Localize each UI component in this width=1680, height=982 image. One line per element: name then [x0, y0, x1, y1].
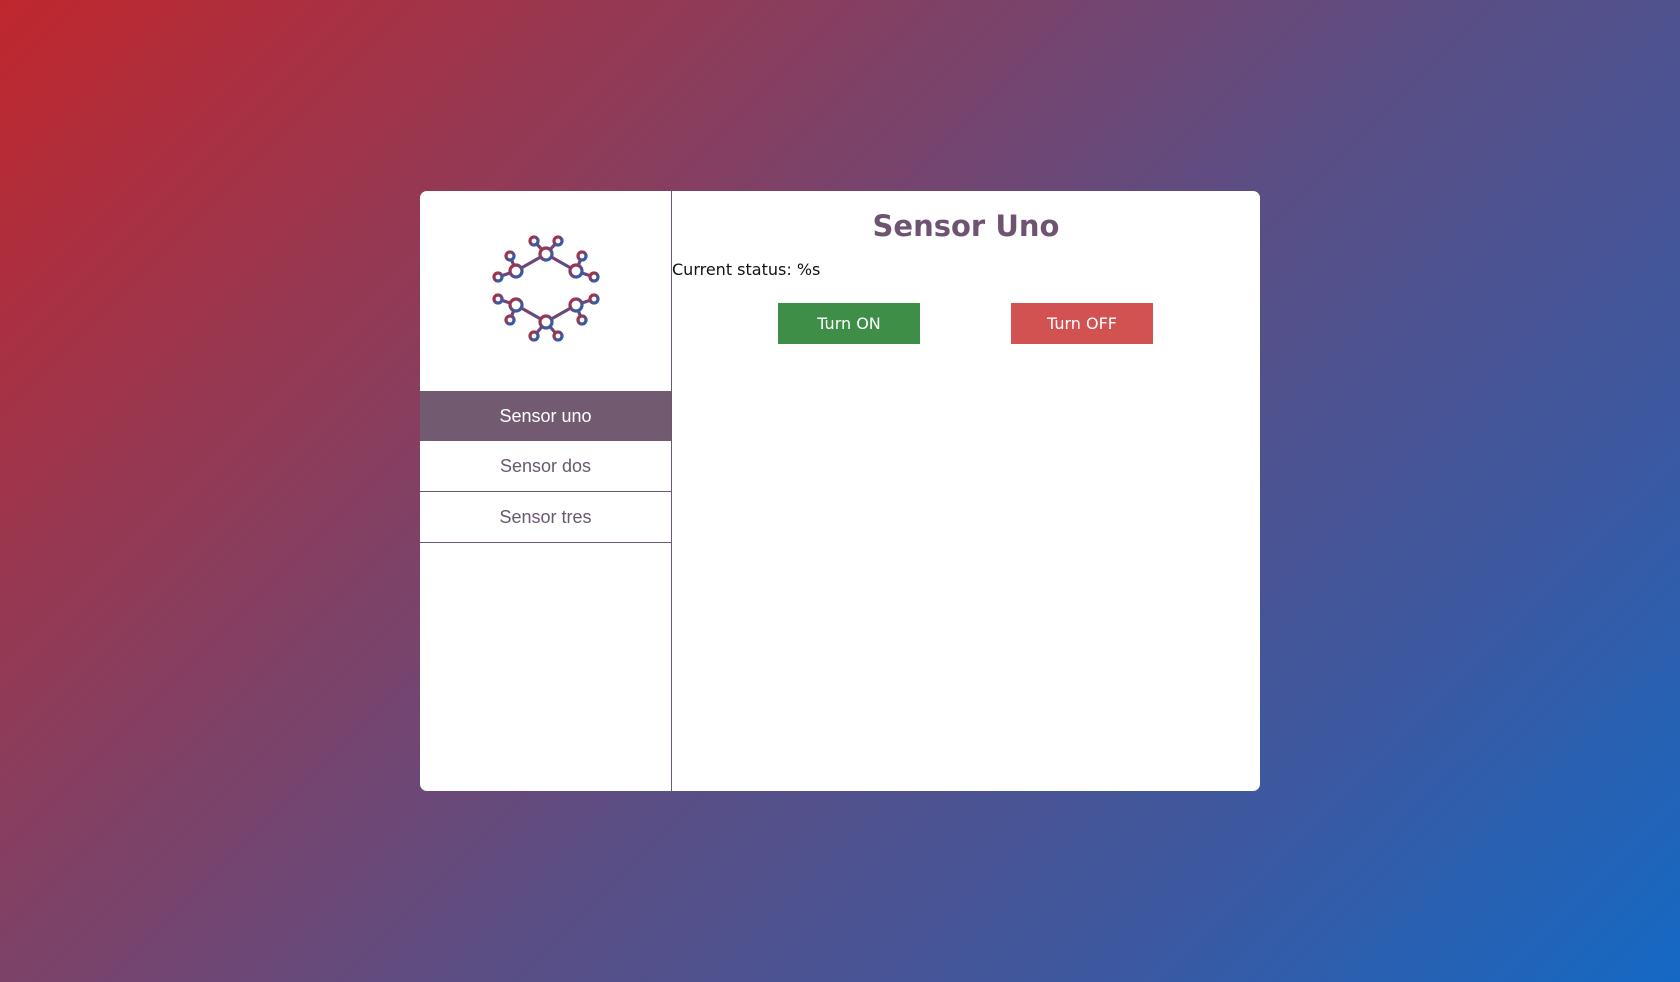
sidebar-item-sensor-tres[interactable]: Sensor tres: [420, 492, 671, 543]
sidebar-item-label: Sensor dos: [499, 455, 592, 476]
sidebar-item-label: Sensor uno: [499, 405, 592, 426]
network-hub-icon: [491, 235, 600, 342]
sidebar: Sensor uno Sensor dos Sensor tres: [420, 191, 672, 791]
turn-off-button[interactable]: Turn OFF: [1011, 303, 1153, 344]
sidebar-item-label: Sensor tres: [499, 506, 592, 527]
sidebar-item-sensor-uno[interactable]: Sensor uno: [420, 391, 671, 441]
sidebar-item-sensor-dos[interactable]: Sensor dos: [420, 441, 671, 492]
logo: [420, 191, 671, 391]
status-text: Current status: %s: [672, 260, 821, 279]
page-title: Sensor Uno: [872, 209, 1060, 243]
main-content: Sensor Uno Current status: %s Turn ON Tu…: [672, 191, 1260, 791]
turn-on-button[interactable]: Turn ON: [778, 303, 920, 344]
main-card: Sensor uno Sensor dos Sensor tres Sensor…: [420, 191, 1260, 791]
